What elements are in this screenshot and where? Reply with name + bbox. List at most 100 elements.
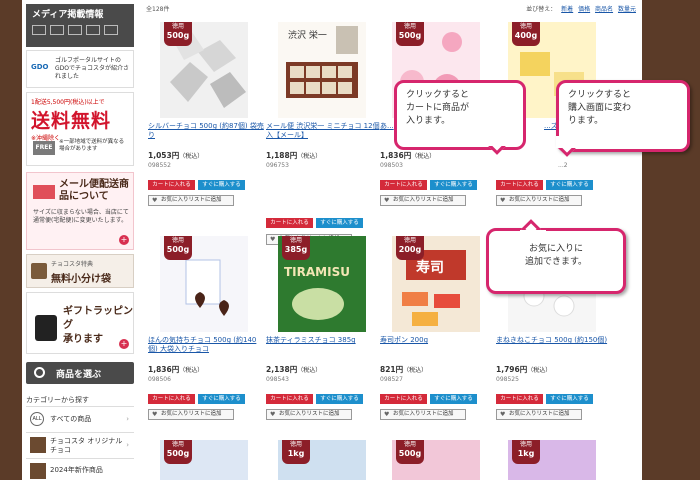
gift-bag-icon <box>35 315 57 341</box>
product-name-link[interactable]: ほんの気持ちチョコ 500g (約140個) 大袋入りチョコ <box>148 336 264 354</box>
right-brown-margin <box>642 0 700 480</box>
add-to-cart-button[interactable]: カートに入れる <box>266 394 313 404</box>
buy-now-button[interactable]: すぐに購入する <box>546 394 593 404</box>
chevron-right-icon: › <box>126 441 129 449</box>
sort-name-link[interactable]: 商品名 <box>595 6 613 13</box>
product-code: 098552 <box>148 162 171 169</box>
chevron-right-icon: › <box>126 415 129 423</box>
sort-quantity-link[interactable]: 数量元 <box>618 6 636 13</box>
sort-price-link[interactable]: 価格 <box>578 6 590 13</box>
free-bag-banner[interactable]: チョコスタ特典 無料小分け袋 <box>26 254 134 288</box>
free-shipping-banner[interactable]: 1配送5,500円(税込)以上で 送料無料 ※沖縄除く FREE ※一部地域で送… <box>26 92 134 166</box>
bulk-badge: 徳用 1kg <box>282 440 310 464</box>
gdo-banner[interactable]: GDO ゴルフポータルサイトのGDOでチョコスタが紹介されました <box>26 50 134 88</box>
product-name-link[interactable]: シルバーチョコ 500g (約87個) 袋売り <box>148 122 264 140</box>
new-product-icon <box>30 463 46 479</box>
free-bag-subtitle: チョコスタ特典 <box>51 261 94 268</box>
media-info-title: メディア掲載情報 <box>32 10 104 20</box>
product-name-link[interactable]: 抹茶ティラミスチョコ 385g <box>266 336 382 345</box>
product-price: 1,188円（税込） <box>266 151 322 160</box>
add-to-favorites-button[interactable]: お気に入りリストに追加 <box>266 409 352 420</box>
media-info-banner[interactable]: メディア掲載情報 <box>26 4 134 47</box>
product-image[interactable]: 徳用 500g <box>392 440 480 480</box>
product-code: 098527 <box>380 376 403 383</box>
product-image[interactable]: 徳用 1kg <box>278 440 366 480</box>
free-bag-title: 無料小分け袋 <box>51 274 111 285</box>
product-image[interactable]: 徳用 500g <box>160 236 248 332</box>
all-icon: ALL <box>30 412 44 426</box>
add-to-cart-button[interactable]: カートに入れる <box>496 180 543 190</box>
bulk-badge: 徳用 1kg <box>512 440 540 464</box>
category-item-all[interactable]: ALL すべての商品 › <box>26 406 134 432</box>
mail-delivery-desc: サイズに収まらない場合、当店にて通常便(宅配便)に変更いたします。 <box>33 209 129 225</box>
callout-favorite-tail-mask <box>520 230 546 242</box>
callout-cart-tail-mask <box>486 134 512 146</box>
buy-now-button[interactable]: すぐに購入する <box>430 394 477 404</box>
category-item-label: 2024年新作商品 <box>50 466 103 474</box>
radio-icon <box>104 25 118 35</box>
add-to-cart-button[interactable]: カートに入れる <box>148 394 195 404</box>
gift-wrapping-banner[interactable]: ギフトラッピング 承ります + <box>26 292 134 354</box>
media-icons <box>26 23 134 37</box>
add-to-cart-button[interactable]: カートに入れる <box>148 180 195 190</box>
category-item-original[interactable]: チョコスタ オリジナルチョコ › <box>26 432 134 458</box>
product-image[interactable]: 寿司 徳用 200g <box>392 236 480 332</box>
product-image[interactable]: 渋沢 栄一 <box>278 22 366 118</box>
product-code: ...2 <box>558 162 568 169</box>
browser-frame: メディア掲載情報 GDO ゴルフポータルサイトのGDOでチョコスタが紹介されまし… <box>0 0 700 480</box>
bulk-badge: 徳用 400g <box>512 22 540 46</box>
magazine-icon <box>50 25 64 35</box>
add-to-favorites-button[interactable]: お気に入りリストに追加 <box>148 195 234 206</box>
svg-text:TIRAMISU: TIRAMISU <box>284 265 350 279</box>
category-item-label: すべての商品 <box>50 415 92 423</box>
category-item-label: チョコスタ オリジナルチョコ <box>50 437 123 455</box>
product-price: 821円（税込） <box>380 365 428 374</box>
buy-now-button[interactable]: すぐに購入する <box>316 394 363 404</box>
add-to-favorites-button[interactable]: お気に入りリストに追加 <box>496 409 582 420</box>
bulk-badge: 徳用 500g <box>164 236 192 260</box>
bulk-badge: 徳用 200g <box>396 236 424 260</box>
buy-now-button[interactable]: すぐに購入する <box>546 180 593 190</box>
newspaper-icon <box>32 25 46 35</box>
gdo-text: ゴルフポータルサイトのGDOでチョコスタが紹介されました <box>55 57 129 80</box>
product-code: 098543 <box>266 376 289 383</box>
svg-text:渋沢 栄一: 渋沢 栄一 <box>288 29 327 41</box>
product-name-link[interactable]: まねきねこチョコ 500g (約150個) <box>496 336 612 345</box>
plus-icon: + <box>119 339 129 349</box>
product-image[interactable]: 徳用 1kg <box>508 440 596 480</box>
product-price: 1,836円（税込） <box>148 365 204 374</box>
add-to-cart-button[interactable]: カートに入れる <box>496 394 543 404</box>
add-to-cart-button[interactable]: カートに入れる <box>266 218 313 228</box>
add-to-cart-button[interactable]: カートに入れる <box>380 394 427 404</box>
gift-wrapping-line1: ギフトラッピング <box>63 306 133 331</box>
product-code: 098503 <box>380 162 403 169</box>
buy-now-button[interactable]: すぐに購入する <box>198 180 245 190</box>
product-name-link[interactable]: メール便 渋沢栄一 ミニチョコ 12個入【メール】 <box>266 122 382 140</box>
add-to-favorites-button[interactable]: お気に入りリストに追加 <box>380 195 466 206</box>
bulk-badge: 徳用 385g <box>282 236 310 260</box>
sort-newest-link[interactable]: 新着 <box>561 6 573 13</box>
add-to-cart-button[interactable]: カートに入れる <box>380 180 427 190</box>
envelope-icon <box>33 185 55 199</box>
add-to-favorites-button[interactable]: お気に入りリストに追加 <box>496 195 582 206</box>
bag-icon <box>31 263 47 279</box>
add-to-favorites-button[interactable]: お気に入りリストに追加 <box>148 409 234 420</box>
bulk-badge: 徳用 500g <box>164 22 192 46</box>
mail-delivery-banner[interactable]: メール便配送商品について サイズに収まらない場合、当店にて通常便(宅配便)に変更… <box>26 172 134 250</box>
chocolate-icon <box>30 437 46 453</box>
callout-buy-tail-mask <box>556 136 582 148</box>
product-image[interactable]: 徳用 500g <box>160 440 248 480</box>
add-to-favorites-button[interactable]: お気に入りリストに追加 <box>380 409 466 420</box>
buy-now-button[interactable]: すぐに購入する <box>430 180 477 190</box>
category-item-new[interactable]: 2024年新作商品 <box>26 458 134 480</box>
callout-favorite-explanation: お気に入りに 追加できます。 <box>486 228 626 294</box>
search-icon <box>34 367 45 378</box>
buy-now-button[interactable]: すぐに購入する <box>316 218 363 228</box>
product-image[interactable]: TIRAMISU 徳用 385g <box>278 236 366 332</box>
product-name-link[interactable]: 寿司ポン 200g <box>380 336 496 345</box>
result-count: 全128件 <box>146 6 170 13</box>
buy-now-button[interactable]: すぐに購入する <box>198 394 245 404</box>
sort-bar: 並び替え： 新着 価格 商品名 数量元 <box>526 4 636 13</box>
product-code: 098506 <box>148 376 171 383</box>
product-image[interactable]: 徳用 500g <box>160 22 248 118</box>
